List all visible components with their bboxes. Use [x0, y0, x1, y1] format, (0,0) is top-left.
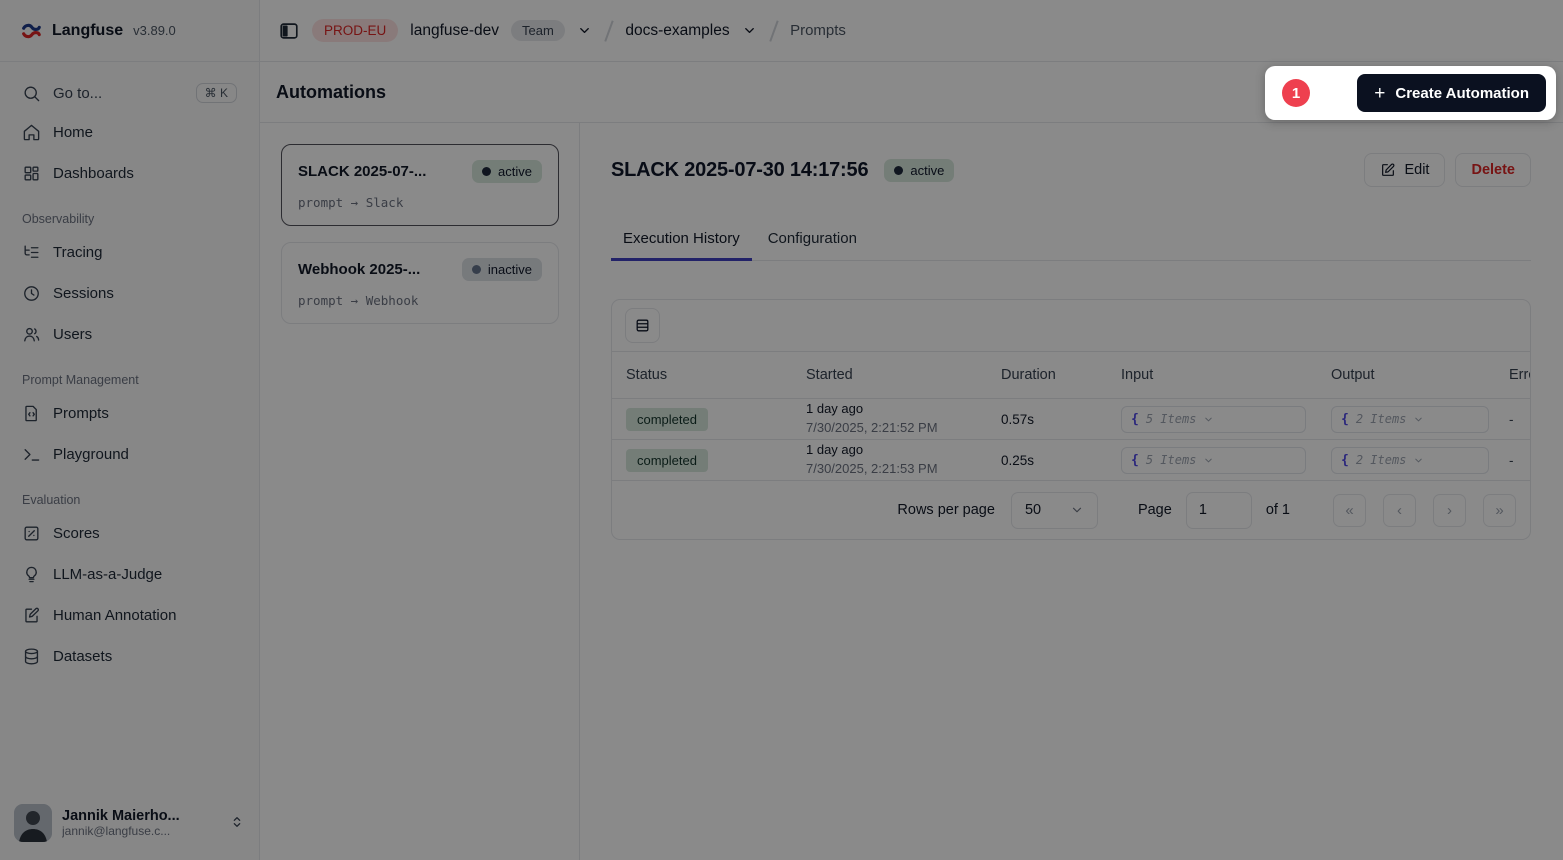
create-automation-label: Create Automation — [1395, 85, 1529, 102]
annotation-step-badge: 1 — [1282, 79, 1310, 107]
dim-overlay — [0, 0, 1563, 860]
plus-icon: + — [1374, 84, 1385, 103]
annotation-spotlight: 1 + Create Automation — [1265, 66, 1556, 120]
create-automation-button[interactable]: + Create Automation — [1357, 74, 1546, 112]
